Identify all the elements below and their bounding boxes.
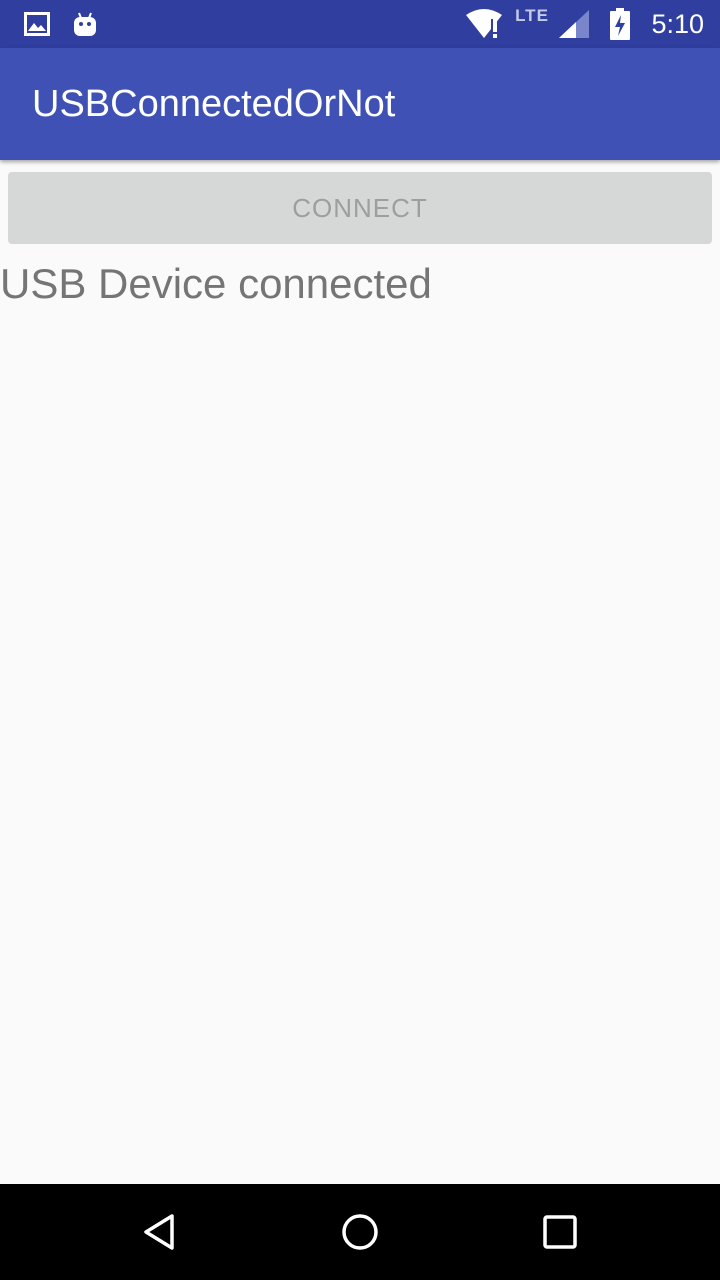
usb-status-text: USB Device connected [0,260,432,307]
back-icon [144,1214,174,1250]
home-icon [342,1214,378,1250]
lte-signal-icon [556,0,592,48]
lte-icon: LTE [512,0,552,48]
lte-label: LTE [515,6,549,25]
wifi-alert-icon [464,0,504,48]
android-notification-icon [70,0,100,48]
page-title: USBConnectedOrNot [32,83,396,125]
image-notification-icon [22,0,52,48]
recents-button[interactable] [500,1184,620,1280]
navigation-bar [0,1184,720,1280]
battery-charging-icon [608,0,632,48]
connect-button[interactable]: CONNECT [8,172,712,244]
main-content: CONNECT USB Device connected [0,160,720,1184]
status-bar: LTE 5:10 [0,0,720,48]
home-button[interactable] [300,1184,420,1280]
back-button[interactable] [100,1184,220,1280]
app-bar: USBConnectedOrNot [0,48,720,160]
recents-icon [543,1215,577,1249]
status-time: 5:10 [651,9,704,39]
